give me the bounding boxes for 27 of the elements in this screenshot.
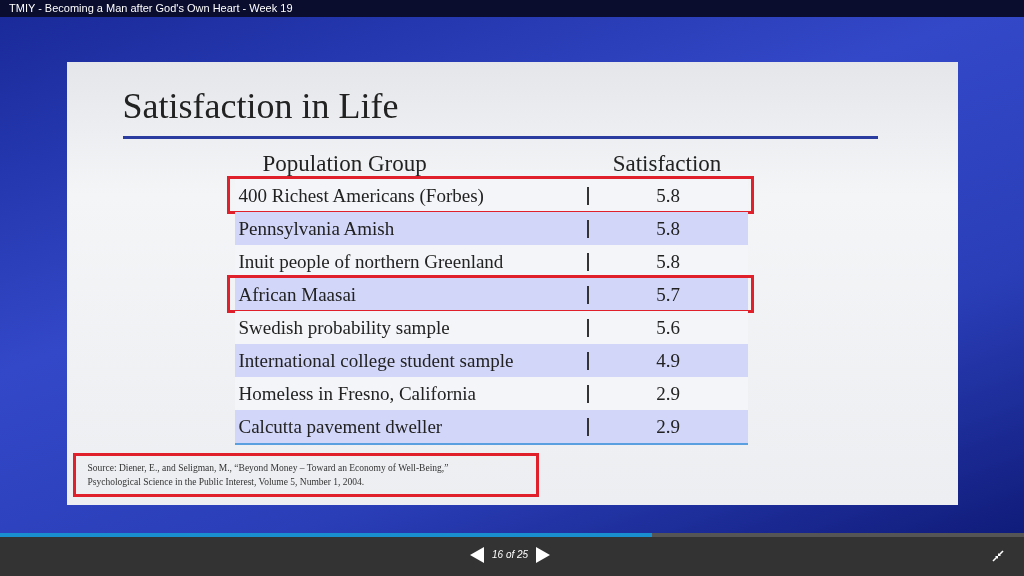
table-cell-text: 5.8 <box>655 219 681 238</box>
table-cell-text: Pennsylvania Amish <box>237 219 396 238</box>
table-cell-text: 5.8 <box>655 186 681 205</box>
table-cell-text: African Maasai <box>237 285 358 304</box>
table-cell-text: 4.9 <box>655 351 681 370</box>
table-cell-text: 2.9 <box>655 384 681 403</box>
source-citation: Psychological Science in the Public Interest, Volume 5, Number 1, 2004. <box>87 476 366 489</box>
slide-title: Satisfaction in Life <box>122 86 399 126</box>
window-title: TMIY - Becoming a Man after God's Own Heart - Week 19 <box>9 3 293 14</box>
table-cell-text: 2.9 <box>655 417 681 436</box>
table-cell-text: Calcutta pavement dweller <box>237 417 444 436</box>
table-cell-text: 400 Richest Americans (Forbes) <box>237 186 485 205</box>
exit-fullscreen-button[interactable] <box>992 550 1004 562</box>
source-citation: Source: Diener, E., and Seligman, M., “Beyond Money – Toward an Economy of Well-Being,” <box>87 462 450 475</box>
table-cell-text: 5.6 <box>655 318 681 337</box>
column-header: Population Group <box>261 152 428 175</box>
progress-track[interactable] <box>0 533 1024 537</box>
slide-counter: 16 of 25 <box>492 550 529 560</box>
table-cell-text: Homeless in Fresno, California <box>237 384 477 403</box>
column-header: Satisfaction <box>611 152 723 175</box>
table-cell-text: 5.8 <box>655 252 681 271</box>
table-cell-text: Inuit people of northern Greenland <box>237 252 505 271</box>
table-cell-text: Swedish probability sample <box>237 318 451 337</box>
next-button[interactable] <box>536 547 551 563</box>
previous-button[interactable] <box>470 547 484 563</box>
table-cell-text: 5.7 <box>655 285 681 304</box>
table-cell-text: International college student sample <box>237 351 515 370</box>
